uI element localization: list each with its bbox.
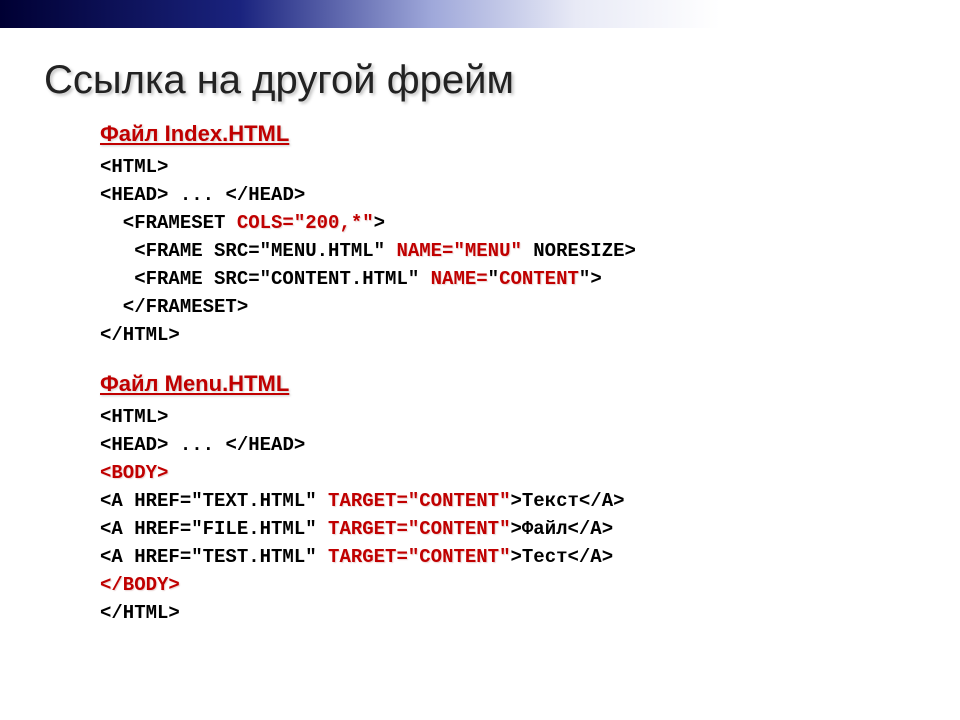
code-text: " [579, 268, 590, 290]
topbar-gradient [0, 0, 960, 28]
code-attr: NAME="MENU" [396, 240, 521, 262]
code-text: ... [168, 184, 225, 206]
slide-title: Ссылка на другой фрейм [44, 58, 916, 103]
code-text: <A HREF="TEXT.HTML" [100, 490, 328, 512]
code-text: " [488, 268, 499, 290]
code-attr: TARGET="CONTENT" [328, 518, 510, 540]
code-attr: TARGET="CONTENT" [328, 490, 510, 512]
code-text: </HTML> [100, 324, 180, 346]
code-text: <HEAD> [100, 184, 168, 206]
code-text: >Текст</A> [510, 490, 624, 512]
code-text: <A HREF="FILE.HTML" [100, 518, 328, 540]
code-text: >Файл</A> [510, 518, 613, 540]
code-attr: TARGET="CONTENT" [328, 546, 510, 568]
code-text: </HTML> [100, 602, 180, 624]
code-block-menu: <HTML> <HEAD> ... </HEAD> <BODY> <A HREF… [100, 403, 916, 627]
code-text: <FRAME SRC="CONTENT.HTML" [100, 268, 431, 290]
code-text: > [590, 268, 601, 290]
code-tag: </BODY> [100, 574, 180, 596]
code-text: <FRAMESET [100, 212, 237, 234]
code-text: <A HREF="TEST.HTML" [100, 546, 328, 568]
code-text: >Тест</A> [510, 546, 613, 568]
code-text: NORESIZE> [522, 240, 636, 262]
code-tag: <BODY> [100, 462, 168, 484]
code-text: </FRAMESET> [100, 296, 248, 318]
code-text: </HEAD> [225, 434, 305, 456]
code-attr: NAME= [431, 268, 488, 290]
code-text: ... [168, 434, 225, 456]
code-attr: COLS="200,*" [237, 212, 374, 234]
code-block-index: <HTML> <HEAD> ... </HEAD> <FRAMESET COLS… [100, 153, 916, 349]
slide-content: Файл Index.HTML <HTML> <HEAD> ... </HEAD… [44, 121, 916, 627]
code-attr: CONTENT [499, 268, 579, 290]
file-label-index: Файл Index.HTML [100, 121, 916, 147]
code-text: <HTML> [100, 156, 168, 178]
code-text: <HEAD> [100, 434, 168, 456]
code-text: > [374, 212, 385, 234]
slide: Ссылка на другой фрейм Файл Index.HTML <… [0, 28, 960, 627]
code-text: </HEAD> [225, 184, 305, 206]
file-label-menu: Файл Menu.HTML [100, 371, 916, 397]
code-text: <HTML> [100, 406, 168, 428]
code-text: <FRAME SRC="MENU.HTML" [100, 240, 396, 262]
